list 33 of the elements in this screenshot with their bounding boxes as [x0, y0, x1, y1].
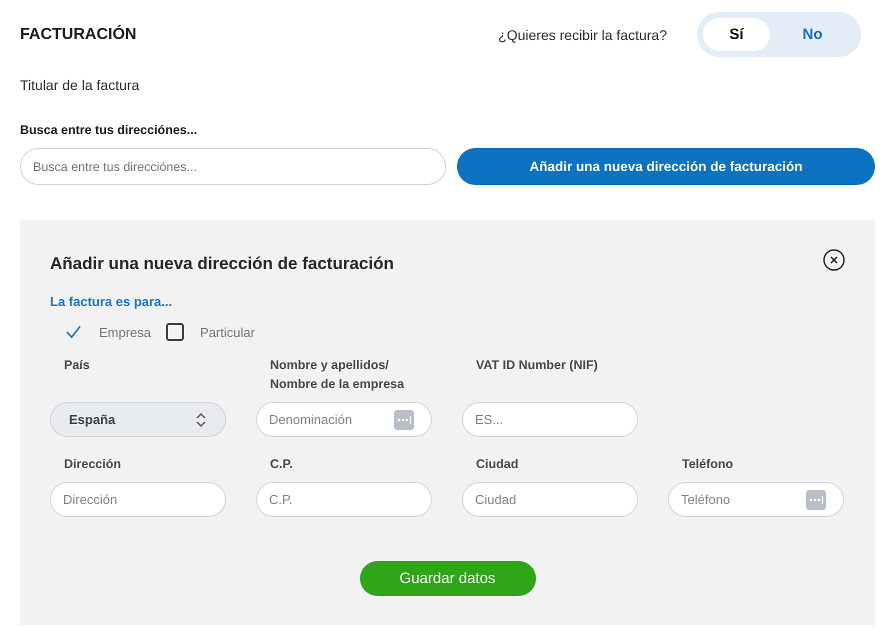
toggle-option[interactable]: No [770, 18, 855, 51]
holder-label: Titular de la factura [20, 76, 140, 95]
checkbox[interactable] [166, 323, 184, 341]
field-label: País [64, 357, 90, 374]
field-label: Nombre y apellidos/ Nombre de la empresa [270, 357, 406, 393]
checkbox[interactable] [66, 325, 81, 339]
save-button[interactable]: Guardar datos [360, 561, 536, 596]
close-icon[interactable] [823, 249, 845, 271]
dots-tile-icon[interactable] [394, 410, 414, 430]
field-label: VAT ID Number (NIF) [476, 357, 598, 374]
field-label: Dirección [64, 456, 121, 473]
field-label: Teléfono [682, 456, 734, 473]
add-address-button[interactable]: Añadir una nueva dirección de facturación [457, 148, 875, 185]
panel-subtitle: La factura es para... [50, 293, 172, 311]
dots-tile-icon[interactable] [806, 490, 826, 510]
input-field[interactable]: ES... [462, 402, 638, 437]
toggle-option[interactable]: Sí [703, 18, 770, 51]
search-label: Busca entre tus direcciónes... [20, 122, 198, 138]
field-label: C.P. [270, 456, 293, 473]
input-field[interactable]: C.P. [256, 482, 432, 517]
checkbox-label[interactable]: Particular [200, 324, 255, 340]
input-field[interactable]: Ciudad [462, 482, 638, 517]
question-text: ¿Quieres recibir la factura? [498, 26, 667, 42]
input-field[interactable]: Denominación [256, 402, 432, 437]
chevron-updown-icon [195, 412, 207, 428]
input-field[interactable]: Teléfono [668, 482, 844, 517]
country-select[interactable]: España [50, 402, 226, 437]
section-title: FACTURACIÓN [20, 26, 136, 44]
panel-title: Añadir una nueva dirección de facturación [50, 253, 394, 275]
checkbox-label[interactable]: Empresa [99, 324, 152, 340]
field-label: Ciudad [476, 456, 518, 473]
search-field[interactable]: Busca entre tus direcciónes... [20, 148, 446, 185]
input-field[interactable]: Dirección [50, 482, 226, 517]
